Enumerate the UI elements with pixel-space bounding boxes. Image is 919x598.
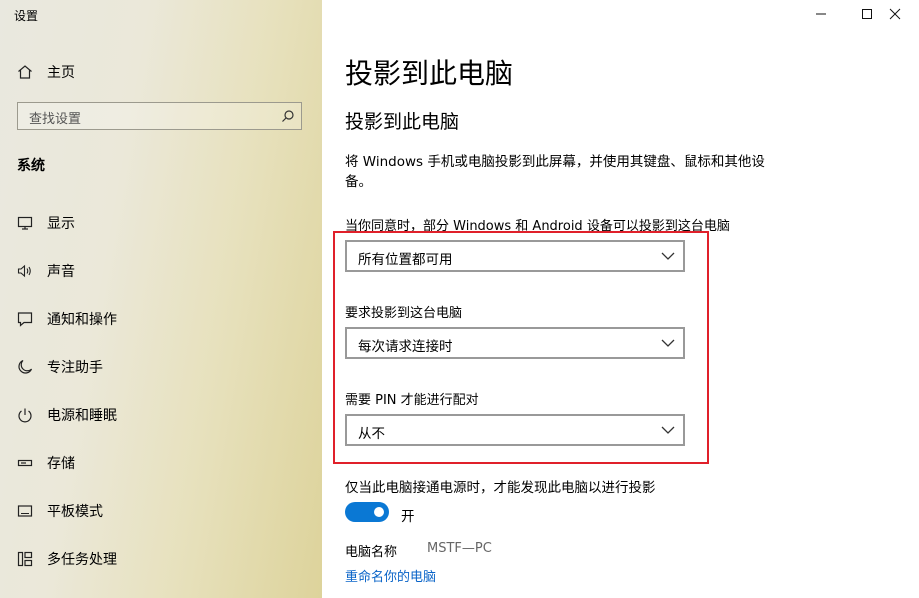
pc-name-label: 电脑名称	[345, 545, 398, 560]
sidebar-item-sound[interactable]: 声音	[17, 256, 307, 286]
speaker-icon	[17, 264, 31, 278]
multitask-icon	[17, 551, 33, 567]
minimize-button[interactable]	[798, 3, 844, 25]
moon-icon	[18, 359, 33, 374]
chevron-down-icon	[661, 252, 675, 260]
notification-icon	[17, 312, 33, 327]
storage-icon	[17, 459, 33, 467]
sidebar-item-label: 专注助手	[47, 360, 103, 376]
sidebar-item-label: 声音	[47, 264, 75, 280]
sidebar-item-label: 多任务处理	[47, 552, 117, 568]
sidebar-item-label: 平板模式	[47, 504, 103, 520]
section-title: 系统	[17, 158, 45, 174]
minimize-icon	[816, 13, 826, 15]
search-input[interactable]: 查找设置	[17, 102, 302, 130]
page-description: 将 Windows 手机或电脑投影到此屏幕，并使用其键盘、鼠标和其他设备。	[345, 154, 765, 190]
section-subtitle: 投影到此电脑	[345, 111, 460, 133]
sidebar-item-tablet-mode[interactable]: 平板模式	[17, 496, 307, 526]
rename-pc-link[interactable]: 重命名你的电脑	[345, 566, 436, 585]
sidebar-item-storage[interactable]: 存储	[17, 448, 307, 478]
sidebar-item-focus-assist[interactable]: 专注助手	[17, 352, 307, 382]
availability-dropdown[interactable]: 所有位置都可用	[345, 240, 685, 272]
window-title: 设置	[14, 9, 39, 23]
sidebar-item-multitasking[interactable]: 多任务处理	[17, 544, 307, 574]
ask-value: 每次请求连接时	[358, 339, 453, 355]
toggle-knob	[374, 507, 384, 517]
pin-value: 从不	[358, 426, 385, 442]
power-label: 仅当此电脑接通电源时，才能发现此电脑以进行投影	[345, 480, 656, 496]
pin-dropdown[interactable]: 从不	[345, 414, 685, 446]
power-icon	[18, 408, 32, 423]
sidebar-item-label: 通知和操作	[47, 312, 117, 328]
display-icon	[17, 216, 33, 230]
pc-name-value: MSTF—PC	[427, 541, 492, 556]
sidebar-item-display[interactable]: 显示	[17, 208, 307, 238]
sidebar-item-label: 电源和睡眠	[47, 408, 117, 424]
ask-label: 要求投影到这台电脑	[345, 306, 463, 321]
sidebar-item-notifications[interactable]: 通知和操作	[17, 304, 307, 334]
chevron-down-icon	[661, 339, 675, 347]
availability-value: 所有位置都可用	[358, 252, 453, 268]
sidebar-item-label: 存储	[47, 456, 75, 472]
chevron-down-icon	[661, 426, 675, 434]
tablet-icon	[17, 505, 33, 517]
search-icon[interactable]	[281, 109, 295, 123]
page-title: 投影到此电脑	[345, 57, 514, 90]
home-label: 主页	[47, 65, 75, 81]
sidebar-item-label: 显示	[47, 216, 75, 232]
power-toggle[interactable]	[345, 502, 389, 522]
toggle-state-label: 开	[401, 509, 415, 525]
search-placeholder: 查找设置	[29, 112, 82, 127]
pin-label: 需要 PIN 才能进行配对	[345, 393, 479, 408]
sidebar-home[interactable]: 主页	[17, 60, 75, 84]
ask-dropdown[interactable]: 每次请求连接时	[345, 327, 685, 359]
close-button[interactable]	[872, 3, 918, 25]
sidebar-item-power[interactable]: 电源和睡眠	[17, 400, 307, 430]
close-icon	[889, 8, 901, 20]
sidebar: 设置 主页 查找设置 系统 显示 声音 通知和操作 专注助手 电源和睡眠 存储 …	[0, 0, 322, 598]
home-icon	[18, 65, 32, 79]
